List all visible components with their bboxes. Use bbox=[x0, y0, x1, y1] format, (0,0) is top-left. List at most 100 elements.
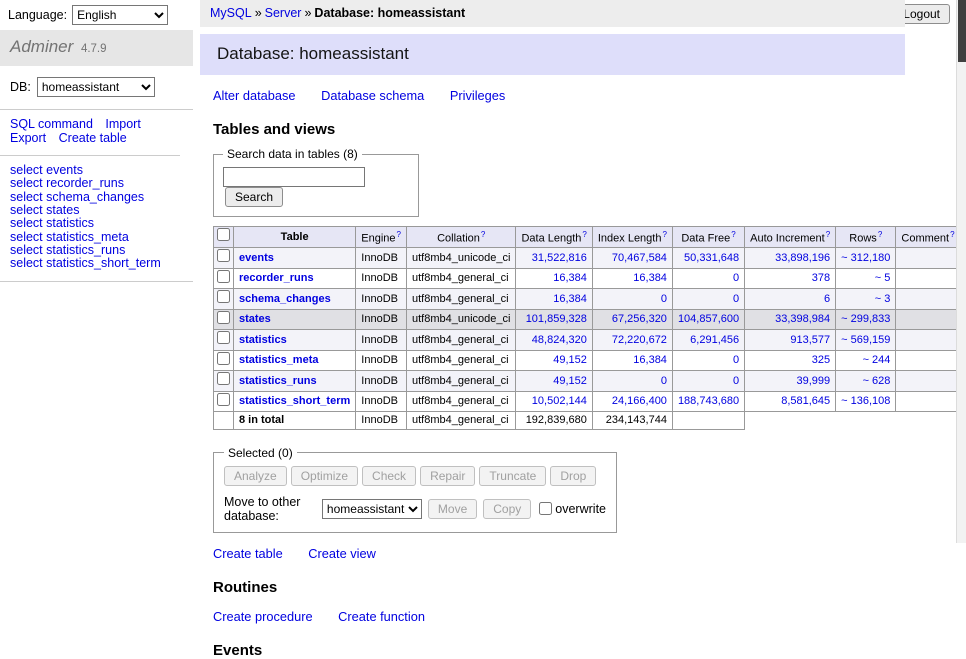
search-button[interactable]: Search bbox=[225, 187, 283, 207]
sidebar-link-import[interactable]: Import bbox=[105, 117, 140, 131]
row-checkbox-statistics-runs[interactable] bbox=[217, 372, 230, 385]
index-length-link[interactable]: 72,220,672 bbox=[612, 334, 667, 346]
analyze-button[interactable]: Analyze bbox=[224, 466, 287, 486]
sidebar-select-states[interactable]: select states bbox=[10, 204, 183, 217]
table-link-statistics-meta[interactable]: statistics_meta bbox=[239, 354, 319, 366]
sidebar-select-statistics-short-term[interactable]: select statistics_short_term bbox=[10, 257, 183, 270]
sidebar-select-schema-changes[interactable]: select schema_changes bbox=[10, 191, 183, 204]
data-length-link[interactable]: 101,859,328 bbox=[526, 313, 587, 325]
sidebar-select-statistics[interactable]: select statistics bbox=[10, 217, 183, 230]
help-icon[interactable]: ? bbox=[950, 230, 954, 239]
scrollbar-thumb[interactable] bbox=[958, 0, 966, 62]
rows-link[interactable]: ~ 628 bbox=[863, 375, 891, 387]
auto-increment-link[interactable]: 33,898,196 bbox=[775, 252, 830, 264]
row-checkbox-statistics[interactable] bbox=[217, 331, 230, 344]
sidebar-select-statistics-meta[interactable]: select statistics_meta bbox=[10, 231, 183, 244]
help-icon[interactable]: ? bbox=[397, 230, 401, 239]
row-checkbox-recorder-runs[interactable] bbox=[217, 270, 230, 283]
link-create-table[interactable]: Create table bbox=[213, 546, 283, 561]
link-create-function[interactable]: Create function bbox=[338, 609, 425, 624]
data-length-link[interactable]: 31,522,816 bbox=[532, 252, 587, 264]
data-length-link[interactable]: 49,152 bbox=[553, 375, 587, 387]
rows-link[interactable]: ~ 569,159 bbox=[841, 334, 890, 346]
rows-link[interactable]: ~ 3 bbox=[875, 293, 891, 305]
language-select[interactable]: English bbox=[72, 5, 168, 25]
auto-increment-link[interactable]: 6 bbox=[824, 293, 830, 305]
search-input[interactable] bbox=[223, 167, 365, 187]
help-icon[interactable]: ? bbox=[481, 230, 485, 239]
scrollbar[interactable] bbox=[956, 0, 966, 543]
sidebar-select-events[interactable]: select events bbox=[10, 164, 183, 177]
data-length-link[interactable]: 48,824,320 bbox=[532, 334, 587, 346]
row-checkbox-statistics-meta[interactable] bbox=[217, 352, 230, 365]
data-free-link[interactable]: 0 bbox=[733, 293, 739, 305]
auto-increment-link[interactable]: 8,581,645 bbox=[781, 395, 830, 407]
link-create-procedure[interactable]: Create procedure bbox=[213, 609, 313, 624]
row-checkbox-states[interactable] bbox=[217, 311, 230, 324]
auto-increment-link[interactable]: 33,398,984 bbox=[775, 313, 830, 325]
link-privileges[interactable]: Privileges bbox=[450, 88, 505, 103]
index-length-link[interactable]: 0 bbox=[661, 293, 667, 305]
copy-button[interactable]: Copy bbox=[483, 499, 531, 519]
drop-button[interactable]: Drop bbox=[550, 466, 596, 486]
data-length-link[interactable]: 16,384 bbox=[553, 272, 587, 284]
data-length-link[interactable]: 10,502,144 bbox=[532, 395, 587, 407]
link-database-schema[interactable]: Database schema bbox=[321, 88, 424, 103]
overwrite-checkbox[interactable] bbox=[539, 502, 552, 515]
data-free-link[interactable]: 0 bbox=[733, 272, 739, 284]
auto-increment-link[interactable]: 378 bbox=[812, 272, 830, 284]
data-free-link[interactable]: 6,291,456 bbox=[690, 334, 739, 346]
index-length-link[interactable]: 0 bbox=[661, 375, 667, 387]
table-link-statistics-short-term[interactable]: statistics_short_term bbox=[239, 395, 350, 407]
help-icon[interactable]: ? bbox=[826, 230, 830, 239]
data-free-link[interactable]: 50,331,648 bbox=[684, 252, 739, 264]
rows-link[interactable]: ~ 136,108 bbox=[841, 395, 890, 407]
rows-link[interactable]: ~ 244 bbox=[863, 354, 891, 366]
row-checkbox-schema-changes[interactable] bbox=[217, 290, 230, 303]
breadcrumb-mysql[interactable]: MySQL bbox=[210, 6, 252, 20]
link-alter-database[interactable]: Alter database bbox=[213, 88, 296, 103]
db-select[interactable]: homeassistant bbox=[37, 77, 155, 97]
row-checkbox-events[interactable] bbox=[217, 249, 230, 262]
rows-link[interactable]: ~ 299,833 bbox=[841, 313, 890, 325]
auto-increment-link[interactable]: 325 bbox=[812, 354, 830, 366]
help-icon[interactable]: ? bbox=[878, 230, 882, 239]
sidebar-link-export[interactable]: Export bbox=[10, 131, 46, 145]
table-link-recorder-runs[interactable]: recorder_runs bbox=[239, 272, 314, 284]
table-link-events[interactable]: events bbox=[239, 252, 274, 264]
auto-increment-link[interactable]: 913,577 bbox=[790, 334, 830, 346]
link-create-view[interactable]: Create view bbox=[308, 546, 376, 561]
auto-increment-link[interactable]: 39,999 bbox=[797, 375, 831, 387]
index-length-link[interactable]: 16,384 bbox=[633, 354, 667, 366]
breadcrumb-server[interactable]: Server bbox=[265, 6, 302, 20]
move-button[interactable]: Move bbox=[428, 499, 477, 519]
index-length-link[interactable]: 16,384 bbox=[633, 272, 667, 284]
help-icon[interactable]: ? bbox=[582, 230, 586, 239]
index-length-link[interactable]: 70,467,584 bbox=[612, 252, 667, 264]
data-length-link[interactable]: 49,152 bbox=[553, 354, 587, 366]
help-icon[interactable]: ? bbox=[731, 230, 735, 239]
optimize-button[interactable]: Optimize bbox=[291, 466, 358, 486]
repair-button[interactable]: Repair bbox=[420, 466, 475, 486]
check-button[interactable]: Check bbox=[362, 466, 416, 486]
index-length-link[interactable]: 24,166,400 bbox=[612, 395, 667, 407]
sidebar-link-create-table[interactable]: Create table bbox=[59, 131, 127, 145]
row-checkbox-statistics-short-term[interactable] bbox=[217, 393, 230, 406]
sidebar-link-sql-command[interactable]: SQL command bbox=[10, 117, 93, 131]
sidebar-select-statistics-runs[interactable]: select statistics_runs bbox=[10, 244, 183, 257]
truncate-button[interactable]: Truncate bbox=[479, 466, 546, 486]
select-all-checkbox[interactable] bbox=[217, 228, 230, 241]
rows-link[interactable]: ~ 5 bbox=[875, 272, 891, 284]
data-free-link[interactable]: 188,743,680 bbox=[678, 395, 739, 407]
help-icon[interactable]: ? bbox=[662, 230, 666, 239]
index-length-link[interactable]: 67,256,320 bbox=[612, 313, 667, 325]
table-link-statistics-runs[interactable]: statistics_runs bbox=[239, 375, 317, 387]
data-length-link[interactable]: 16,384 bbox=[553, 293, 587, 305]
data-free-link[interactable]: 104,857,600 bbox=[678, 313, 739, 325]
data-free-link[interactable]: 0 bbox=[733, 375, 739, 387]
data-free-link[interactable]: 0 bbox=[733, 354, 739, 366]
rows-link[interactable]: ~ 312,180 bbox=[841, 252, 890, 264]
sidebar-select-recorder-runs[interactable]: select recorder_runs bbox=[10, 177, 183, 190]
table-link-states[interactable]: states bbox=[239, 313, 271, 325]
table-link-schema-changes[interactable]: schema_changes bbox=[239, 293, 331, 305]
